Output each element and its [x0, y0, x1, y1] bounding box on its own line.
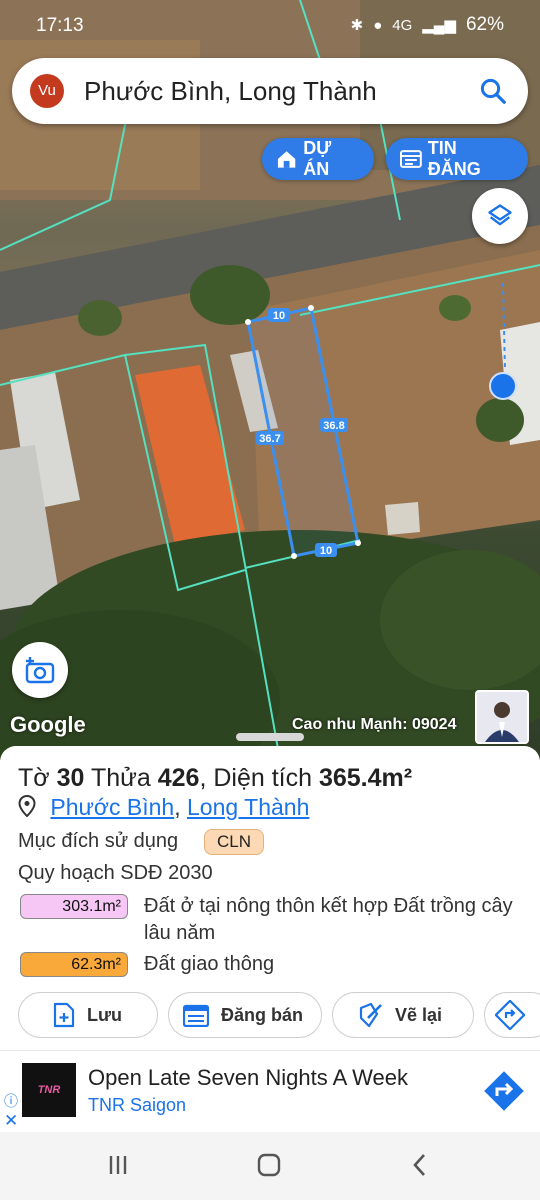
ad-logo[interactable]: TNR Saigon	[22, 1063, 76, 1150]
project-button[interactable]: DỰ ÁN	[262, 138, 374, 180]
network-type: 4G	[392, 16, 413, 34]
location-pin-icon	[18, 794, 36, 818]
map-view[interactable]: 10 36.8 36.7 10 17:13 ✱ ● 4G ▂▄▆ 62% Vu …	[0, 0, 540, 760]
zone-desc-traffic: Đất giao thông	[144, 953, 275, 975]
ad-close-icon[interactable]: ✕	[4, 1111, 18, 1131]
tree	[476, 398, 524, 442]
listing-icon	[400, 150, 422, 168]
layers-button[interactable]	[472, 188, 528, 244]
lot-label: Thửa	[90, 764, 151, 792]
sell-label: Đăng bán	[221, 1004, 304, 1025]
ward-link[interactable]: Phước Bình	[50, 794, 174, 820]
pencil-shape-icon	[359, 1002, 382, 1028]
sheet-drag-handle[interactable]	[236, 733, 304, 741]
search-bar[interactable]: Vu Phước Bình, Long Thành	[12, 58, 528, 124]
ad-banner[interactable]: ⓘ ✕ TNR Saigon Open Late Seven Nights A …	[0, 1050, 540, 1150]
edge-label-right: 36.8	[323, 420, 344, 432]
redraw-button[interactable]: Vẽ lại	[332, 992, 474, 1038]
directions-button[interactable]	[484, 992, 540, 1038]
edge-label-bottom: 10	[320, 545, 332, 557]
parcel-location: Phước Bình, Long Thành	[18, 794, 309, 821]
listing-button[interactable]: TIN ĐĂNG	[386, 138, 528, 180]
location-pin-icon: ●	[373, 16, 383, 34]
purpose-label: Mục đích sử dụng	[18, 830, 179, 852]
redraw-label: Vẽ lại	[395, 1004, 443, 1025]
search-icon[interactable]	[478, 76, 508, 106]
current-location-dot	[489, 372, 517, 400]
signal-icon: ▂▄▆	[422, 17, 456, 34]
plan-label: Quy hoạch SDĐ 2030	[18, 862, 213, 884]
ad-directions-icon[interactable]	[480, 1067, 528, 1115]
avatar[interactable]: Vu	[30, 74, 64, 108]
parcel-title: Tờ 30 Thửa 426, Diện tích 365.4m²	[18, 764, 413, 792]
edge-label-left: 36.7	[259, 433, 280, 445]
sheet-number: 30	[56, 764, 85, 792]
agent-photo[interactable]	[475, 690, 529, 744]
zone-desc-residential: Đất ở tại nông thôn kết hợp Đất trồng câ…	[144, 895, 513, 944]
agent-contact[interactable]: Cao nhu Mạnh: 09024	[292, 716, 456, 734]
edge-label-top: 10	[273, 310, 285, 322]
zone-area-traffic: 62.3m²	[20, 952, 128, 977]
district-link[interactable]: Long Thành	[187, 794, 309, 820]
ad-headline[interactable]: Open Late Seven Nights A Week	[88, 1065, 408, 1091]
zone-area-residential: 303.1m²	[20, 894, 128, 919]
status-time: 17:13	[36, 15, 84, 36]
search-location-text[interactable]: Phước Bình, Long Thành	[84, 76, 377, 107]
system-nav-bar	[0, 1132, 540, 1200]
project-label: DỰ ÁN	[303, 138, 332, 179]
google-logo: Google	[10, 712, 86, 737]
area-value: 365.4m²	[318, 764, 413, 792]
add-file-icon	[53, 1002, 75, 1028]
home-icon[interactable]	[248, 1152, 288, 1182]
tree	[190, 265, 270, 325]
save-button[interactable]: Lưu	[18, 992, 158, 1038]
sell-button[interactable]: Đăng bán	[168, 992, 322, 1038]
save-label: Lưu	[87, 1004, 123, 1025]
small-roof	[385, 502, 420, 535]
bluetooth-icon: ✱	[350, 17, 364, 34]
tree	[78, 300, 122, 336]
recent-apps-icon[interactable]	[98, 1152, 138, 1182]
camera-add-icon	[25, 657, 55, 684]
layers-icon	[488, 204, 512, 226]
status-bar: 17:13 ✱ ● 4G ▂▄▆ 62%	[0, 0, 540, 52]
ad-info-icon[interactable]: ⓘ	[4, 1091, 18, 1111]
camera-button[interactable]	[12, 642, 68, 698]
area-label: Diện tích	[213, 764, 313, 792]
directions-icon	[495, 1000, 525, 1030]
back-icon[interactable]	[400, 1152, 440, 1182]
tree	[439, 295, 471, 321]
battery-level: 62%	[465, 14, 504, 35]
sheet-label: Tờ	[18, 764, 50, 792]
status-icons: ✱ ● 4G ▂▄▆ 62%	[351, 14, 504, 36]
building-icon	[277, 151, 296, 168]
purpose-code-badge: CLN	[204, 829, 265, 855]
agent-avatar-icon	[477, 692, 527, 742]
ad-brand[interactable]: TNR Saigon	[88, 1095, 186, 1116]
listing-label: TIN ĐĂNG	[427, 138, 481, 179]
calendar-icon	[183, 1004, 209, 1027]
lot-number: 426	[157, 764, 200, 792]
